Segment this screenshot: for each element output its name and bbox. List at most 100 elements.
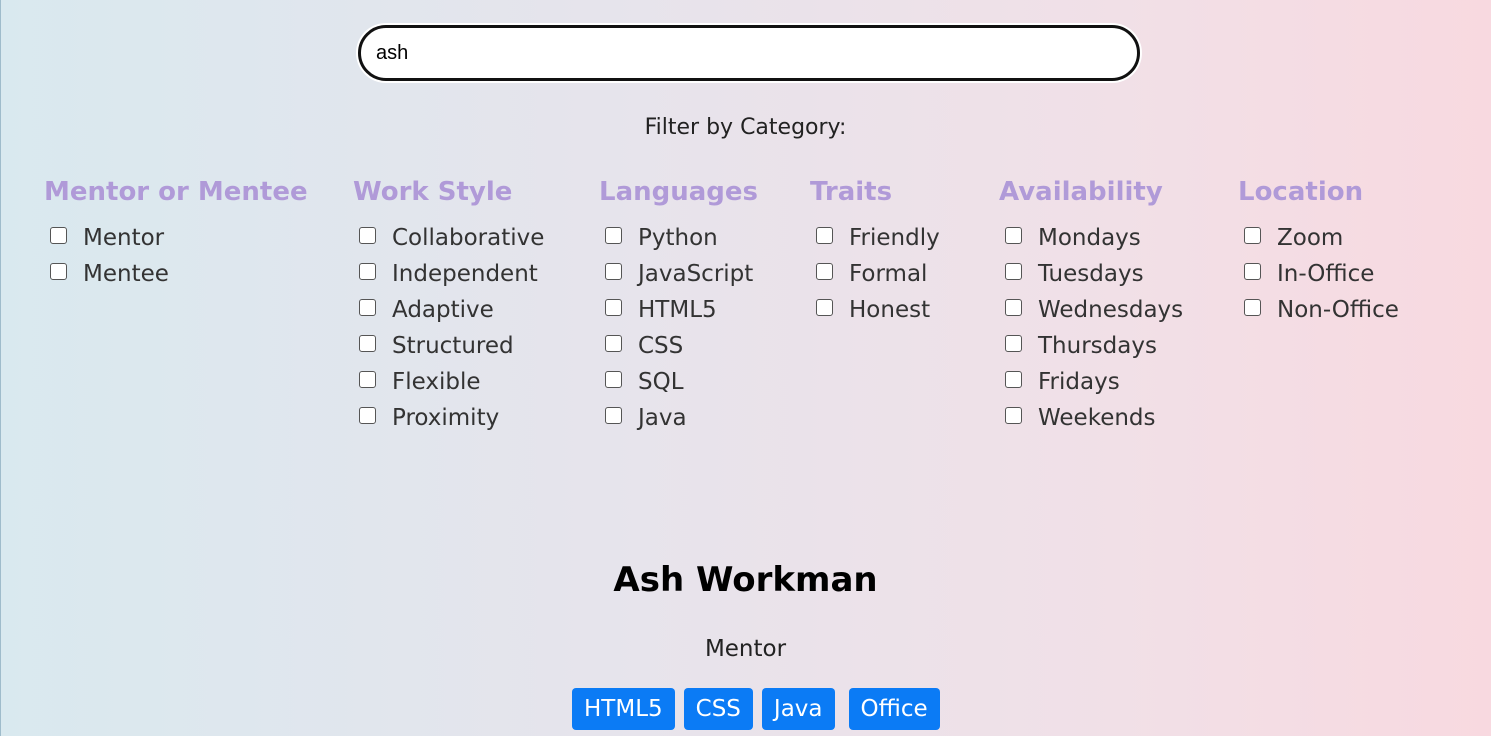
checkbox[interactable]	[605, 370, 622, 388]
category-title: Traits	[810, 177, 893, 207]
option-mondays[interactable]: Mondays	[999, 220, 1183, 256]
option-label: Weekends	[1038, 405, 1156, 431]
checkbox[interactable]	[359, 334, 376, 352]
profile-role: Mentor	[704, 636, 787, 662]
option-structured[interactable]: Structured	[353, 328, 544, 364]
option-label: Mondays	[1038, 225, 1141, 251]
category-title: Availability	[999, 177, 1163, 207]
option-label: In-Office	[1277, 261, 1375, 287]
checkbox[interactable]	[1244, 262, 1261, 280]
option-label: Independent	[392, 261, 538, 287]
category-mentor-or-mentee: Mentor or Mentee Mentor Mentee	[44, 176, 308, 292]
checkbox[interactable]	[359, 298, 376, 316]
option-label: Wednesdays	[1038, 297, 1184, 323]
option-label: Flexible	[392, 369, 481, 395]
checkbox[interactable]	[1005, 298, 1022, 316]
checkbox[interactable]	[359, 406, 376, 424]
category-title: Languages	[599, 177, 759, 207]
option-label: Tuesdays	[1038, 261, 1144, 287]
option-label: Proximity	[392, 405, 500, 431]
tag-office[interactable]: Office	[848, 688, 940, 730]
filter-label: Filter by Category:	[644, 115, 847, 140]
option-label: SQL	[638, 369, 684, 395]
option-label: Java	[638, 405, 687, 431]
option-label: Honest	[849, 297, 931, 323]
option-label: Fridays	[1038, 369, 1120, 395]
checkbox[interactable]	[1244, 298, 1261, 316]
checkbox[interactable]	[1005, 262, 1022, 280]
category-work-style: Work Style Collaborative Independent Ada…	[353, 176, 544, 436]
tag-html5[interactable]: HTML5	[572, 688, 675, 730]
checkbox[interactable]	[605, 298, 622, 316]
option-weekends[interactable]: Weekends	[999, 400, 1183, 436]
option-fridays[interactable]: Fridays	[999, 364, 1183, 400]
option-label: HTML5	[638, 297, 717, 323]
option-tuesdays[interactable]: Tuesdays	[999, 256, 1183, 292]
checkbox[interactable]	[605, 334, 622, 352]
category-traits: Traits Friendly Formal Honest	[810, 176, 940, 328]
option-mentee[interactable]: Mentee	[44, 256, 308, 292]
checkbox[interactable]	[359, 226, 376, 244]
option-javascript[interactable]: JavaScript	[599, 256, 758, 292]
profile-tags: HTML5 CSS Java Office	[572, 688, 940, 730]
option-label: Structured	[392, 333, 514, 359]
page-left-border	[0, 0, 1, 736]
option-in-office[interactable]: In-Office	[1238, 256, 1399, 292]
option-adaptive[interactable]: Adaptive	[353, 292, 544, 328]
category-availability: Availability Mondays Tuesdays Wednesdays…	[999, 176, 1183, 436]
option-label: Formal	[849, 261, 928, 287]
option-independent[interactable]: Independent	[353, 256, 544, 292]
category-title: Mentor or Mentee	[44, 177, 308, 207]
option-label: Friendly	[849, 225, 940, 251]
option-sql[interactable]: SQL	[599, 364, 758, 400]
option-flexible[interactable]: Flexible	[353, 364, 544, 400]
option-non-office[interactable]: Non-Office	[1238, 292, 1399, 328]
checkbox[interactable]	[1244, 226, 1261, 244]
checkbox[interactable]	[1005, 370, 1022, 388]
category-location: Location Zoom In-Office Non-Office	[1238, 176, 1399, 328]
option-java[interactable]: Java	[599, 400, 758, 436]
option-label: Zoom	[1277, 225, 1344, 251]
checkbox[interactable]	[1005, 334, 1022, 352]
checkbox[interactable]	[50, 262, 67, 280]
checkbox[interactable]	[816, 262, 833, 280]
option-proximity[interactable]: Proximity	[353, 400, 544, 436]
category-title: Location	[1238, 177, 1364, 207]
category-languages: Languages Python JavaScript HTML5 CSS SQ…	[599, 176, 758, 436]
option-thursdays[interactable]: Thursdays	[999, 328, 1183, 364]
checkbox[interactable]	[359, 370, 376, 388]
option-label: Mentee	[83, 261, 169, 287]
option-label: Adaptive	[392, 297, 494, 323]
option-label: Non-Office	[1277, 297, 1399, 323]
option-mentor[interactable]: Mentor	[44, 220, 308, 256]
option-formal[interactable]: Formal	[810, 256, 940, 292]
search-input[interactable]	[358, 25, 1140, 81]
checkbox[interactable]	[816, 226, 833, 244]
option-friendly[interactable]: Friendly	[810, 220, 940, 256]
option-html5[interactable]: HTML5	[599, 292, 758, 328]
option-collaborative[interactable]: Collaborative	[353, 220, 544, 256]
checkbox[interactable]	[1005, 226, 1022, 244]
checkbox[interactable]	[605, 262, 622, 280]
checkbox[interactable]	[816, 298, 833, 316]
category-title: Work Style	[353, 177, 513, 207]
option-honest[interactable]: Honest	[810, 292, 940, 328]
option-css[interactable]: CSS	[599, 328, 758, 364]
option-label: Python	[638, 225, 718, 251]
search-bar	[358, 25, 1140, 81]
checkbox[interactable]	[359, 262, 376, 280]
checkbox[interactable]	[605, 226, 622, 244]
option-zoom[interactable]: Zoom	[1238, 220, 1399, 256]
option-wednesdays[interactable]: Wednesdays	[999, 292, 1183, 328]
profile-name: Ash Workman	[613, 560, 878, 600]
checkbox[interactable]	[50, 226, 67, 244]
checkbox[interactable]	[1005, 406, 1022, 424]
option-label: Thursdays	[1038, 333, 1157, 359]
option-label: Mentor	[83, 225, 165, 251]
option-label: CSS	[638, 333, 684, 359]
option-label: Collaborative	[392, 225, 545, 251]
tag-css[interactable]: CSS	[683, 688, 753, 730]
tag-java[interactable]: Java	[761, 688, 835, 730]
checkbox[interactable]	[605, 406, 622, 424]
option-python[interactable]: Python	[599, 220, 758, 256]
